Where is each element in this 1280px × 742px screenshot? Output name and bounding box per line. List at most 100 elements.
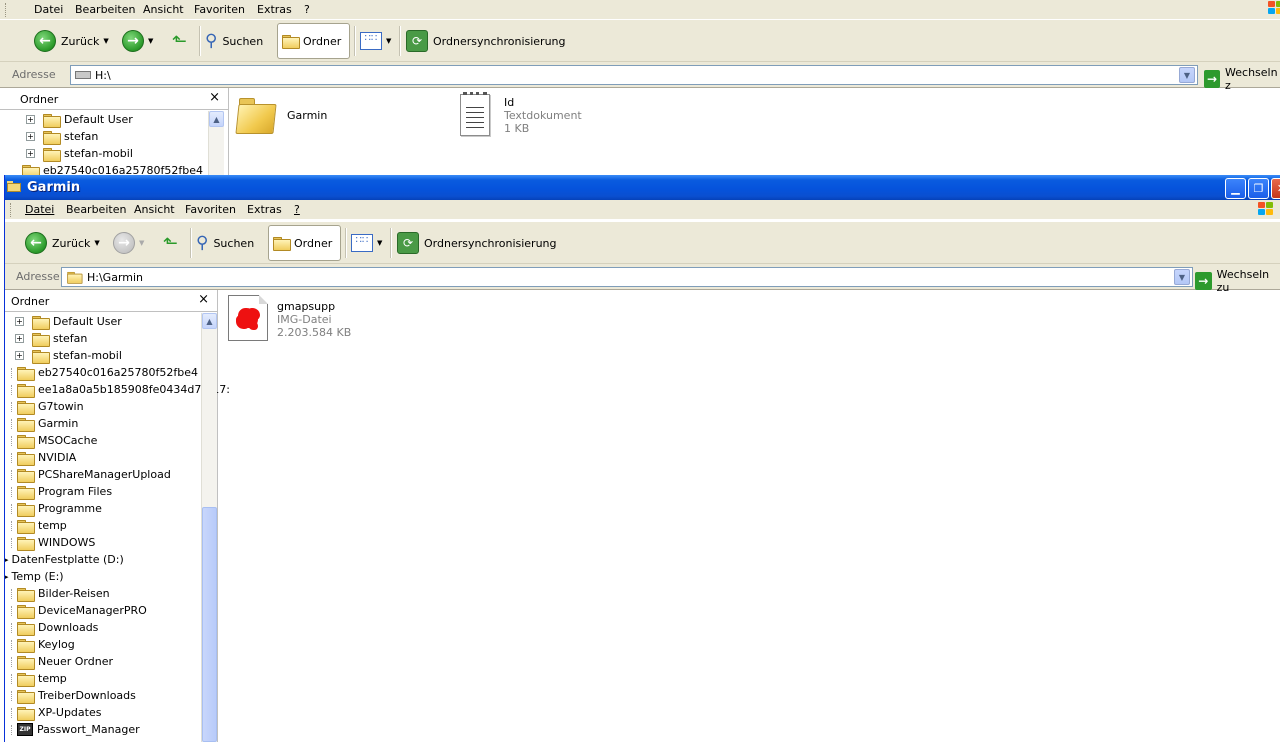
tree-item[interactable]: ZIP Passwort_Manager	[11, 721, 140, 738]
tree-item[interactable]: temp	[11, 517, 67, 534]
views-button[interactable]: ∷∷ ▼	[360, 23, 391, 59]
menu-bearbeiten[interactable]: Bearbeiten	[66, 203, 126, 216]
tree-item[interactable]: MSOCache	[11, 432, 97, 449]
tree-item[interactable]: temp	[11, 670, 67, 687]
menu-extras[interactable]: Extras	[257, 3, 292, 16]
tree-item[interactable]: Program Files	[11, 483, 112, 500]
tree-item[interactable]: + stefan-mobil	[26, 145, 133, 162]
tree-item[interactable]: NVIDIA	[11, 449, 76, 466]
scroll-up-button[interactable]: ▲	[202, 313, 217, 329]
tree-item-label: Bilder-Reisen	[38, 587, 110, 600]
expand-arrow-icon[interactable]: ▸	[5, 573, 9, 581]
tree-item[interactable]: G7towin	[11, 398, 84, 415]
expand-icon[interactable]: +	[26, 115, 35, 124]
folder-tree-header: Ordner ×	[5, 290, 217, 312]
tree-item-label: TreiberDownloads	[38, 689, 136, 702]
menu-ansicht[interactable]: Ansicht	[143, 3, 184, 16]
address-dropdown-button[interactable]: ▼	[1179, 67, 1195, 83]
search-icon: ⚲	[205, 31, 218, 51]
tree-item-label: PCShareManagerUpload	[38, 468, 171, 481]
expand-icon[interactable]: +	[15, 317, 24, 326]
tree-item[interactable]: DeviceManagerPRO	[11, 602, 147, 619]
folder-sync-button[interactable]: ⟳ Ordnersynchronisierung	[406, 23, 566, 59]
folder-icon	[17, 689, 35, 704]
folder-icon	[17, 400, 35, 415]
search-button[interactable]: ⚲ Suchen	[196, 225, 254, 261]
tree-item[interactable]: TreiberDownloads	[11, 687, 136, 704]
go-button[interactable]: → Wechseln z	[1204, 66, 1280, 92]
up-folder-button[interactable]: ⬑	[163, 225, 178, 261]
close-tree-button[interactable]: ×	[198, 292, 209, 307]
tree-item[interactable]: + Default User	[26, 111, 133, 128]
tree-item[interactable]: Bilder-Reisen	[11, 585, 110, 602]
views-button[interactable]: ∷∷ ▼	[351, 225, 382, 261]
folder-icon	[43, 113, 61, 128]
scroll-thumb[interactable]	[202, 507, 217, 742]
tree-item[interactable]: ▸ Temp (E:)	[5, 568, 64, 585]
folder-icon	[32, 349, 50, 364]
expand-icon[interactable]: +	[15, 334, 24, 343]
address-dropdown-button[interactable]: ▼	[1174, 269, 1190, 285]
tree-item-label: Garmin	[38, 417, 79, 430]
restore-icon: ❐	[1253, 182, 1264, 195]
back-button[interactable]: ← Zurück ▼	[34, 23, 109, 59]
forward-button[interactable]: → ▼	[113, 225, 144, 261]
tree-item[interactable]: XP-Updates	[11, 704, 101, 721]
tree-scrollbar[interactable]: ▲	[201, 313, 217, 742]
folders-button[interactable]: Ordner	[268, 225, 341, 261]
address-input[interactable]: H:\Garmin ▼	[61, 267, 1193, 287]
maximize-button[interactable]: ❐	[1248, 178, 1269, 199]
expand-icon[interactable]: +	[26, 149, 35, 158]
tree-item[interactable]: Downloads	[11, 619, 98, 636]
up-folder-button[interactable]: ⬑	[172, 23, 187, 59]
back-button[interactable]: ← Zurück ▼	[25, 225, 100, 261]
tree-item-label: Programme	[38, 502, 102, 515]
folder-tree-panel: Ordner × + Default User + stefan + stefan-m…	[0, 88, 229, 176]
tree-item[interactable]: Programme	[11, 500, 102, 517]
tree-item[interactable]: Keylog	[11, 636, 75, 653]
expand-arrow-icon[interactable]: ▸	[5, 556, 9, 564]
tree-item[interactable]: + stefan	[15, 330, 87, 347]
menu-ansicht[interactable]: Ansicht	[134, 203, 175, 216]
expand-icon[interactable]: +	[15, 351, 24, 360]
close-button[interactable]: ✕	[1271, 178, 1280, 199]
menu-help[interactable]: ?	[294, 203, 300, 216]
title-bar[interactable]: Garmin ▁ ❐ ✕	[5, 175, 1280, 200]
tree-item[interactable]: eb27540c016a25780f52fbe4	[22, 162, 203, 176]
tree-item[interactable]: + stefan-mobil	[15, 347, 122, 364]
folder-sync-button[interactable]: ⟳ Ordnersynchronisierung	[397, 225, 557, 261]
menu-datei[interactable]: Datei	[34, 3, 63, 16]
scroll-up-button[interactable]: ▲	[209, 111, 224, 127]
menu-datei[interactable]: Datei	[25, 203, 54, 216]
tree-item[interactable]: WINDOWS	[11, 534, 95, 551]
minimize-button[interactable]: ▁	[1225, 178, 1246, 199]
menu-extras[interactable]: Extras	[247, 203, 282, 216]
tree-item[interactable]: PCShareManagerUpload	[11, 466, 171, 483]
folders-button[interactable]: Ordner	[277, 23, 350, 59]
menu-favoriten[interactable]: Favoriten	[194, 3, 245, 16]
tree-item-label: G7towin	[38, 400, 84, 413]
address-input[interactable]: H:\ ▼	[70, 65, 1198, 85]
close-tree-button[interactable]: ×	[209, 90, 220, 105]
window-title: Garmin	[27, 180, 81, 195]
tree-item[interactable]: ee1a8a0a5b185908fe0434d78f17:	[11, 381, 230, 398]
tree-line	[11, 469, 12, 480]
folder-icon	[17, 383, 35, 398]
folder-icon	[67, 271, 83, 284]
tree-item[interactable]: + Default User	[15, 313, 122, 330]
tree-item[interactable]: Neuer Ordner	[11, 653, 113, 670]
tree-scrollbar[interactable]: ▲	[208, 111, 224, 176]
tree-line	[11, 673, 12, 684]
tree-item[interactable]: eb27540c016a25780f52fbe4	[11, 364, 198, 381]
tree-item[interactable]: ▸ DatenFestplatte (D:)	[5, 551, 124, 568]
tree-item[interactable]: Garmin	[11, 415, 78, 432]
menu-bearbeiten[interactable]: Bearbeiten	[75, 3, 135, 16]
search-button[interactable]: ⚲ Suchen	[205, 23, 263, 59]
go-button[interactable]: → Wechseln zu	[1195, 268, 1280, 294]
forward-button[interactable]: → ▼	[122, 23, 153, 59]
tree-item[interactable]: + stefan	[26, 128, 98, 145]
expand-icon[interactable]: +	[26, 132, 35, 141]
menu-favoriten[interactable]: Favoriten	[185, 203, 236, 216]
back-arrow-icon: ←	[34, 30, 56, 52]
menu-help[interactable]: ?	[304, 3, 310, 16]
